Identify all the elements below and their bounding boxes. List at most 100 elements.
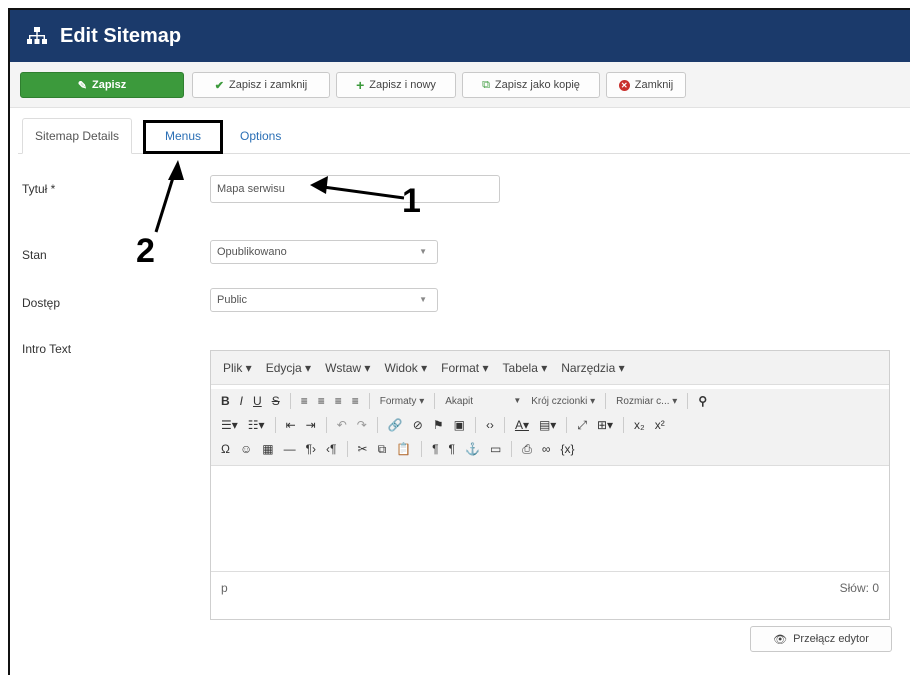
paragraph-value: Akapit	[445, 395, 474, 407]
menu-tools[interactable]: Narzędzia ▾	[561, 361, 624, 375]
font-size-dropdown[interactable]: Rozmiar c... ▾	[616, 396, 677, 407]
toolbar-divider	[566, 417, 568, 433]
edit-icon: ✎	[77, 79, 87, 92]
bullet-list-icon[interactable]: ☰▾	[221, 418, 238, 432]
special-char-icon[interactable]: Ω	[221, 442, 230, 456]
print-icon[interactable]: ⎙	[522, 442, 532, 457]
copy-icon[interactable]: ⧉	[378, 442, 387, 457]
find-replace-icon[interactable]: ⚲	[698, 394, 707, 408]
code-icon[interactable]: ‹›	[486, 418, 494, 432]
media-icon[interactable]: ▦	[262, 442, 273, 456]
editor-menubar: Plik ▾ Edycja ▾ Wstaw ▾ Widok ▾ Format ▾…	[211, 351, 889, 385]
editor-toolbar-row-3: Ω ☺ ▦ — ¶› ‹¶ ✂ ⧉ 📋 ¶ ¶ ⚓ ▭ ⎙ ∞ {x}	[211, 437, 889, 465]
access-label: Dostęp	[22, 296, 61, 310]
background-color-icon[interactable]: ▤▾	[539, 418, 556, 432]
menu-view[interactable]: Widok ▾	[384, 361, 427, 375]
copy-icon: ⧉	[482, 78, 490, 91]
menu-file[interactable]: Plik ▾	[223, 361, 252, 375]
rich-text-editor: Plik ▾ Edycja ▾ Wstaw ▾ Widok ▾ Format ▾…	[210, 350, 890, 620]
text-color-icon[interactable]: A▾	[515, 418, 529, 432]
chevron-down-icon: ▼	[419, 247, 427, 256]
toolbar-divider	[474, 417, 476, 433]
check-icon: ✔	[214, 79, 224, 92]
align-right-icon[interactable]: ≡	[335, 394, 342, 408]
formats-dropdown[interactable]: Formaty ▾	[380, 396, 424, 407]
fullscreen-icon[interactable]: ⤢	[577, 418, 587, 433]
table-icon[interactable]: ⊞▾	[597, 418, 613, 432]
toolbar-divider	[605, 393, 607, 409]
state-value: Opublikowano	[217, 246, 287, 258]
insert-anchor-icon[interactable]: ⚓	[465, 442, 480, 456]
plus-icon: +	[356, 77, 365, 93]
save-copy-label: Zapisz jako kopię	[494, 79, 580, 91]
italic-icon[interactable]: I	[240, 394, 243, 408]
title-value: Mapa serwisu	[217, 183, 285, 195]
save-close-button[interactable]: ✔ Zapisz i zamknij	[192, 72, 330, 98]
superscript-icon[interactable]: x²	[655, 418, 665, 432]
state-select[interactable]: Opublikowano ▼	[210, 240, 438, 264]
save-label: Zapisz	[91, 79, 127, 91]
ltr-icon[interactable]: ¶›	[306, 442, 316, 456]
rtl-icon[interactable]: ‹¶	[326, 442, 336, 456]
menu-format[interactable]: Format ▾	[441, 361, 488, 375]
align-center-icon[interactable]: ≡	[318, 394, 325, 408]
save-new-label: Zapisz i nowy	[369, 79, 436, 91]
page-header: Edit Sitemap	[10, 10, 910, 62]
editor-toolbar-row-2: ☰▾ ☷▾ ⇤ ⇥ ↶ ↷ 🔗 ⊘ ⚑ ▣ ‹› A▾ ▤▾ ⤢ ⊞▾ x₂ x…	[211, 413, 889, 437]
paragraph-dropdown[interactable]: Akapit ▼	[445, 396, 521, 407]
image-icon[interactable]: ▣	[454, 418, 465, 432]
align-justify-icon[interactable]: ≡	[352, 394, 359, 408]
annotation-arrow-2	[154, 167, 178, 233]
subscript-icon[interactable]: x₂	[634, 418, 645, 432]
anchor-icon[interactable]: ⚑	[433, 418, 444, 432]
tab-options[interactable]: Options	[228, 118, 293, 154]
save-copy-button[interactable]: ⧉ Zapisz jako kopię	[462, 72, 600, 98]
toggle-editor-button[interactable]: 👁 Przełącz edytor	[750, 626, 892, 652]
menu-insert[interactable]: Wstaw ▾	[325, 361, 370, 375]
font-family-dropdown[interactable]: Krój czcionki ▾	[531, 396, 595, 407]
tab-label: Sitemap Details	[35, 129, 120, 143]
word-count: Słów: 0	[839, 580, 879, 595]
strikethrough-icon[interactable]: S	[272, 394, 280, 408]
redo-icon[interactable]: ↷	[357, 418, 367, 432]
toolbar-divider	[434, 393, 436, 409]
editor-content-area[interactable]	[211, 465, 889, 571]
save-new-button[interactable]: + Zapisz i nowy	[336, 72, 456, 98]
underline-icon[interactable]: U	[253, 394, 262, 408]
bold-icon[interactable]: B	[221, 394, 230, 408]
access-select[interactable]: Public ▼	[210, 288, 438, 312]
toolbar-divider	[289, 393, 291, 409]
cut-icon[interactable]: ✂	[358, 442, 368, 456]
numbered-list-icon[interactable]: ☷▾	[248, 418, 265, 432]
page-break-icon[interactable]: ▭	[490, 442, 501, 456]
undo-icon[interactable]: ↶	[337, 418, 347, 432]
paste-icon[interactable]: 📋	[396, 442, 411, 456]
preview-icon[interactable]: ∞	[542, 442, 551, 456]
intro-text-label: Intro Text	[22, 342, 72, 356]
emoticon-icon[interactable]: ☺	[240, 442, 252, 456]
invisible-chars-icon[interactable]: ¶	[449, 442, 455, 456]
toolbar: ✎ Zapisz ✔ Zapisz i zamknij + Zapisz i n…	[10, 62, 910, 108]
eye-icon: 👁	[773, 633, 788, 646]
toggle-editor-label: Przełącz edytor	[793, 633, 869, 645]
close-button[interactable]: ✕ Zamknij	[606, 72, 686, 98]
outdent-icon[interactable]: ⇤	[286, 418, 296, 432]
element-path[interactable]: p	[221, 581, 228, 595]
annotation-number-2: 2	[136, 232, 155, 270]
show-blocks-icon[interactable]: ¶	[432, 442, 438, 456]
toolbar-divider	[368, 393, 370, 409]
horizontal-rule-icon[interactable]: —	[284, 442, 296, 456]
indent-icon[interactable]: ⇥	[306, 418, 316, 432]
title-label: Tytuł *	[22, 182, 56, 196]
unlink-icon[interactable]: ⊘	[413, 418, 423, 432]
tab-sitemap-details[interactable]: Sitemap Details	[22, 118, 133, 154]
title-input[interactable]: Mapa serwisu	[210, 175, 500, 203]
menu-table[interactable]: Tabela ▾	[503, 361, 548, 375]
access-value: Public	[217, 294, 247, 306]
align-left-icon[interactable]: ≡	[301, 394, 308, 408]
toolbar-divider	[325, 417, 327, 433]
menu-edit[interactable]: Edycja ▾	[266, 361, 311, 375]
template-icon[interactable]: {x}	[560, 442, 574, 456]
link-icon[interactable]: 🔗	[388, 418, 403, 432]
save-button[interactable]: ✎ Zapisz	[20, 72, 184, 98]
